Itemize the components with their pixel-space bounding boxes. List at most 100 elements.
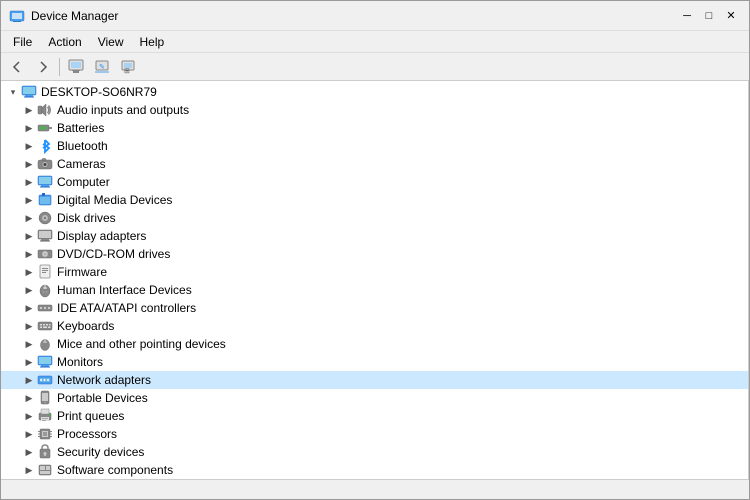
tree-item-bluetooth[interactable]: ▶ Bluetooth	[1, 137, 748, 155]
tree-item-display[interactable]: ▶ Display adapters	[1, 227, 748, 245]
mice-label: Mice and other pointing devices	[57, 337, 226, 351]
back-button[interactable]	[5, 56, 29, 78]
tree-item-batteries[interactable]: ▶ Batteries	[1, 119, 748, 137]
print-icon	[37, 408, 53, 424]
update-driver-button[interactable]: ✎	[90, 56, 114, 78]
close-button[interactable]: ✕	[721, 7, 741, 25]
tree-item-computer[interactable]: ▶ Computer	[1, 173, 748, 191]
monitors-expand[interactable]: ▶	[21, 354, 37, 370]
display-icon	[37, 228, 53, 244]
mice-icon	[37, 336, 53, 352]
swcomp-label: Software components	[57, 463, 173, 477]
mice-expand[interactable]: ▶	[21, 336, 37, 352]
batteries-label: Batteries	[57, 121, 104, 135]
tree-item-cameras[interactable]: ▶ Cameras	[1, 155, 748, 173]
display-label: Display adapters	[57, 229, 146, 243]
tree-item-print[interactable]: ▶ Print queues	[1, 407, 748, 425]
ide-expand[interactable]: ▶	[21, 300, 37, 316]
svg-text:⊞: ⊞	[124, 68, 130, 75]
audio-expand[interactable]: ▶	[21, 102, 37, 118]
main-content: ▾ DESKTOP-SO6NR79 ▶	[1, 81, 749, 479]
tree-item-swcomp[interactable]: ▶ Software components	[1, 461, 748, 479]
menu-help[interactable]: Help	[134, 33, 171, 51]
processors-icon	[37, 426, 53, 442]
network-icon	[37, 372, 53, 388]
window-title: Device Manager	[31, 9, 677, 23]
bluetooth-expand[interactable]: ▶	[21, 138, 37, 154]
ide-label: IDE ATA/ATAPI controllers	[57, 301, 196, 315]
toolbar: ✎ ⊞	[1, 53, 749, 81]
firmware-label: Firmware	[57, 265, 107, 279]
menu-file[interactable]: File	[7, 33, 38, 51]
tree-item-ide[interactable]: ▶ IDE ATA/ATAPI controllers	[1, 299, 748, 317]
tree-item-security[interactable]: ▶ Security devices	[1, 443, 748, 461]
processors-expand[interactable]: ▶	[21, 426, 37, 442]
tree-item-hid[interactable]: ▶ Human Interface Devices	[1, 281, 748, 299]
tree-item-network[interactable]: ▶ Network adapters	[1, 371, 748, 389]
disk-expand[interactable]: ▶	[21, 210, 37, 226]
tree-item-dvd[interactable]: ▶ DVD/CD-ROM drives	[1, 245, 748, 263]
title-bar: Device Manager ─ □ ✕	[1, 1, 749, 31]
minimize-button[interactable]: ─	[677, 7, 697, 25]
hid-expand[interactable]: ▶	[21, 282, 37, 298]
batteries-expand[interactable]: ▶	[21, 120, 37, 136]
properties-button[interactable]	[64, 56, 88, 78]
network-expand[interactable]: ▶	[21, 372, 37, 388]
status-bar	[1, 479, 749, 499]
dvd-label: DVD/CD-ROM drives	[57, 247, 170, 261]
monitors-icon	[37, 354, 53, 370]
tree-item-monitors[interactable]: ▶ Monitors	[1, 353, 748, 371]
forward-button[interactable]	[31, 56, 55, 78]
digital-expand[interactable]: ▶	[21, 192, 37, 208]
security-label: Security devices	[57, 445, 144, 459]
cameras-label: Cameras	[57, 157, 106, 171]
maximize-button[interactable]: □	[699, 7, 719, 25]
cameras-expand[interactable]: ▶	[21, 156, 37, 172]
security-expand[interactable]: ▶	[21, 444, 37, 460]
window-controls: ─ □ ✕	[677, 7, 741, 25]
processors-label: Processors	[57, 427, 117, 441]
tree-item-keyboards[interactable]: ▶ Keyboards	[1, 317, 748, 335]
tree-item-disk[interactable]: ▶ Disk drives	[1, 209, 748, 227]
menu-bar: File Action View Help	[1, 31, 749, 53]
root-expand[interactable]: ▾	[5, 84, 21, 100]
computer-expand[interactable]: ▶	[21, 174, 37, 190]
device-tree[interactable]: ▾ DESKTOP-SO6NR79 ▶	[1, 81, 749, 479]
svg-text:✎: ✎	[99, 64, 105, 71]
swcomp-expand[interactable]: ▶	[21, 462, 37, 478]
disk-label: Disk drives	[57, 211, 116, 225]
network-label: Network adapters	[57, 373, 151, 387]
display-expand[interactable]: ▶	[21, 228, 37, 244]
tree-item-firmware[interactable]: ▶ Firmware	[1, 263, 748, 281]
keyboards-icon	[37, 318, 53, 334]
print-expand[interactable]: ▶	[21, 408, 37, 424]
firmware-expand[interactable]: ▶	[21, 264, 37, 280]
monitors-label: Monitors	[57, 355, 103, 369]
cameras-icon	[37, 156, 53, 172]
tree-item-audio[interactable]: ▶ Audio inputs and outputs	[1, 101, 748, 119]
portable-label: Portable Devices	[57, 391, 148, 405]
batteries-icon	[37, 120, 53, 136]
firmware-icon	[37, 264, 53, 280]
audio-label: Audio inputs and outputs	[57, 103, 189, 117]
computer-icon	[21, 84, 37, 100]
keyboards-label: Keyboards	[57, 319, 114, 333]
tree-item-processors[interactable]: ▶ Processors	[1, 425, 748, 443]
keyboards-expand[interactable]: ▶	[21, 318, 37, 334]
dvd-expand[interactable]: ▶	[21, 246, 37, 262]
tree-item-portable[interactable]: ▶ Portable Devices	[1, 389, 748, 407]
tree-root[interactable]: ▾ DESKTOP-SO6NR79	[1, 83, 748, 101]
portable-expand[interactable]: ▶	[21, 390, 37, 406]
print-label: Print queues	[57, 409, 124, 423]
portable-icon	[37, 390, 53, 406]
digital-label: Digital Media Devices	[57, 193, 172, 207]
digital-icon	[37, 192, 53, 208]
hid-label: Human Interface Devices	[57, 283, 192, 297]
scan-button[interactable]: ⊞	[116, 56, 140, 78]
tree-item-mice[interactable]: ▶ Mice and other pointing devices	[1, 335, 748, 353]
menu-view[interactable]: View	[92, 33, 130, 51]
menu-action[interactable]: Action	[42, 33, 87, 51]
tree-item-digital[interactable]: ▶ Digital Media Devices	[1, 191, 748, 209]
computer-sub-icon	[37, 174, 53, 190]
computer-label: Computer	[57, 175, 110, 189]
